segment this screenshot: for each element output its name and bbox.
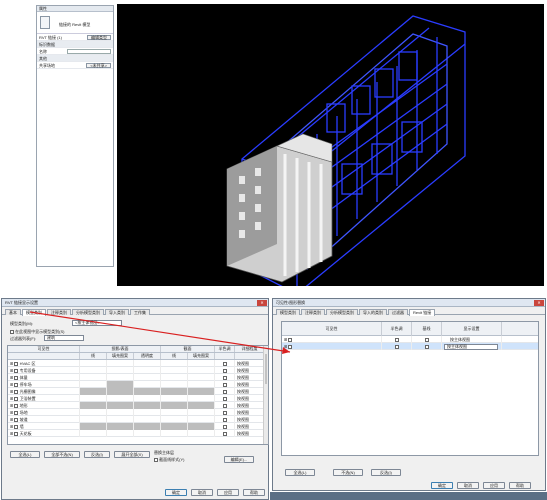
annotation-arrow: [29, 311, 291, 354]
